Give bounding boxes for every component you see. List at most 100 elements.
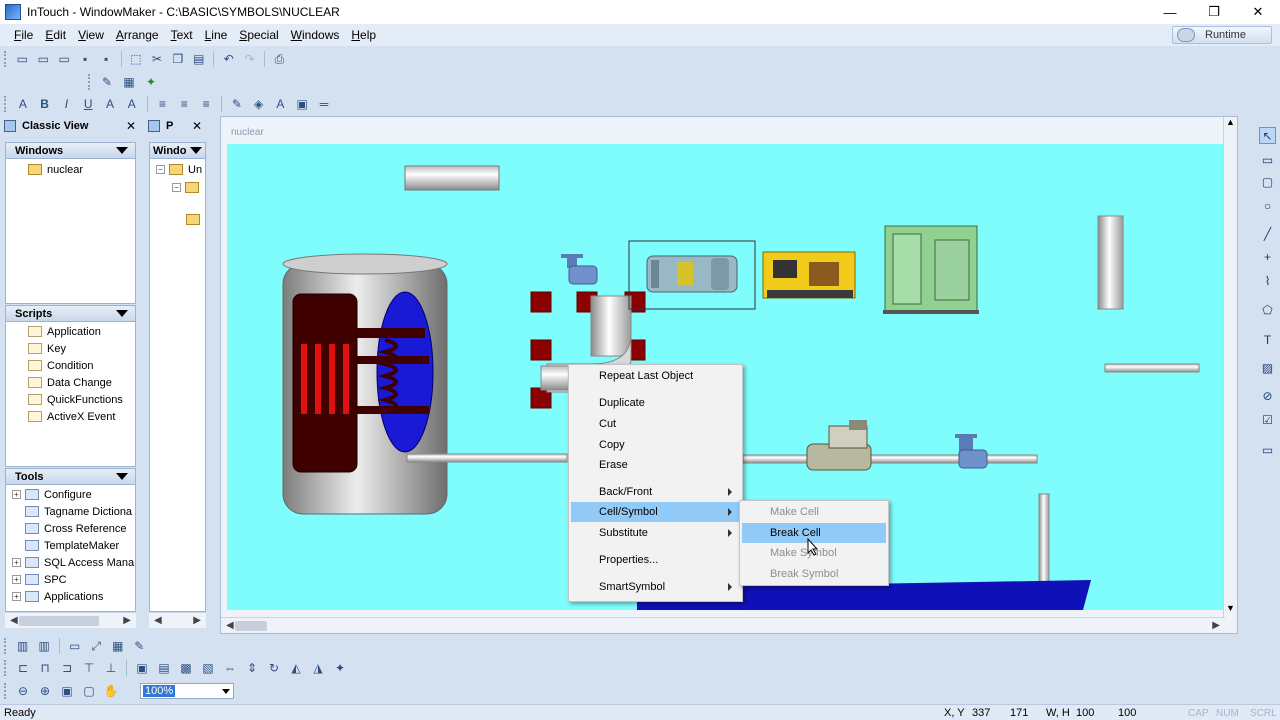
select-tool-icon[interactable]: ↖ [1259, 127, 1276, 144]
close-classic-view-button[interactable]: ✕ [126, 119, 136, 133]
expand-icon[interactable]: − [172, 183, 181, 192]
menu-line[interactable]: Line [199, 28, 234, 42]
classic-view-hscroll[interactable]: ◀ ▶ [5, 612, 136, 628]
align-middle-objects-icon[interactable]: ⊥ [102, 659, 120, 677]
open-window-icon[interactable]: ▭ [35, 50, 52, 68]
script-editor-icon[interactable]: ✎ [98, 73, 116, 91]
align-center-objects-icon[interactable]: ⊓ [36, 659, 54, 677]
menu-item-duplicate[interactable]: Duplicate [571, 393, 740, 413]
script-item[interactable]: ActiveX Event [28, 408, 115, 425]
ruler-icon[interactable]: ✎ [131, 637, 149, 655]
fit-window-icon[interactable]: ⤢ [87, 637, 105, 655]
select-mode-icon[interactable]: ⬚ [128, 50, 145, 68]
ungroup-icon[interactable]: ▤ [155, 659, 173, 677]
zoom-selection-icon[interactable]: ▢ [80, 682, 98, 700]
scroll-left-icon[interactable]: ◀ [154, 615, 162, 626]
flip-horizontal-icon[interactable]: ◭ [287, 659, 305, 677]
pan-hand-icon[interactable]: ✋ [102, 682, 120, 700]
scroll-right-icon[interactable]: ▶ [1212, 620, 1220, 631]
tools-section-header[interactable]: Tools [5, 468, 136, 485]
toolbar-grip[interactable] [88, 74, 92, 90]
collapse-arrow-icon[interactable] [190, 147, 202, 154]
scroll-thumb[interactable] [235, 621, 267, 631]
script-item[interactable]: QuickFunctions [28, 391, 123, 408]
grid-icon[interactable]: ▦ [109, 637, 127, 655]
menu-item-repeat-last-object[interactable]: Repeat Last Object [571, 366, 740, 386]
menu-item-properties[interactable]: Properties... [571, 550, 740, 570]
enlarge-font-icon[interactable]: A [101, 95, 119, 113]
chevron-down-icon[interactable] [222, 689, 230, 694]
scroll-left-icon[interactable]: ◀ [226, 620, 234, 631]
align-top-objects-icon[interactable]: ⊤ [80, 659, 98, 677]
collapse-arrow-icon[interactable] [116, 147, 128, 154]
full-screen-icon[interactable]: ▭ [66, 637, 84, 655]
save-icon[interactable]: ▪ [77, 50, 94, 68]
zoom-out-icon[interactable]: ⊖ [14, 682, 32, 700]
redo-icon[interactable]: ↷ [241, 50, 258, 68]
script-item[interactable]: Application [28, 323, 101, 340]
windows-section-header[interactable]: Windows [5, 142, 136, 159]
menu-item-cell-symbol[interactable]: Cell/Symbol [571, 502, 740, 522]
bring-front-icon[interactable]: ▩ [177, 659, 195, 677]
cut-icon[interactable]: ✂ [148, 50, 165, 68]
rounded-rect-tool-icon[interactable]: ▢ [1259, 173, 1276, 190]
bitmap-tool-icon[interactable]: ▨ [1259, 359, 1276, 376]
canvas-hscroll[interactable]: ◀ ▶ [221, 617, 1225, 633]
underline-button[interactable]: U [79, 95, 97, 113]
menu-view[interactable]: View [72, 28, 110, 42]
tagname-dictionary-icon[interactable]: ▦ [120, 73, 138, 91]
new-window-icon[interactable]: ▭ [14, 50, 31, 68]
tool-item[interactable]: + Configure [12, 486, 92, 503]
group-icon[interactable]: ▣ [133, 659, 151, 677]
expand-icon[interactable]: + [12, 490, 21, 499]
expand-icon[interactable]: − [156, 165, 165, 174]
canvas-vscroll[interactable]: ▲ ▼ [1223, 117, 1237, 617]
print-icon[interactable]: ⎙ [271, 50, 288, 68]
scroll-thumb[interactable] [19, 616, 99, 626]
fill-color-icon[interactable]: ◈ [250, 95, 268, 113]
align-left-objects-icon[interactable]: ⊏ [14, 659, 32, 677]
line-style-icon[interactable]: ═ [315, 95, 333, 113]
project-root-item[interactable]: − Un [156, 161, 202, 178]
polyline-tool-icon[interactable]: ⌇ [1259, 272, 1276, 289]
expand-icon[interactable]: + [12, 575, 21, 584]
reshape-icon[interactable]: ✦ [331, 659, 349, 677]
expand-icon[interactable]: + [12, 592, 21, 601]
rectangle-tool-icon[interactable]: ▭ [1259, 151, 1276, 168]
align-right-objects-icon[interactable]: ⊐ [58, 659, 76, 677]
text-tool-icon[interactable]: T [1259, 331, 1276, 348]
save-all-icon[interactable]: ▪ [98, 50, 115, 68]
runtime-button[interactable]: Runtime [1172, 26, 1272, 44]
zoom-fit-icon[interactable]: ▣ [58, 682, 76, 700]
close-window-button[interactable]: ✕ [1236, 0, 1280, 24]
tool-item[interactable]: + SQL Access Mana [12, 554, 134, 571]
menu-edit[interactable]: Edit [39, 28, 72, 42]
script-item[interactable]: Key [28, 340, 66, 357]
ellipse-tool-icon[interactable]: ○ [1259, 197, 1276, 214]
tool-item[interactable]: Cross Reference [25, 520, 127, 537]
reduce-font-icon[interactable]: A [123, 95, 141, 113]
tool-item[interactable]: + Applications [12, 588, 103, 605]
menu-item-cut[interactable]: Cut [571, 414, 740, 434]
project-sub-item[interactable]: − [172, 179, 204, 196]
zoom-combo[interactable]: 100% [140, 683, 234, 699]
project-view-toggle-icon[interactable]: ▥ [35, 637, 53, 655]
menu-item-smartsymbol[interactable]: SmartSymbol [571, 577, 740, 597]
project-sub-item[interactable] [186, 211, 205, 228]
project-view-hscroll[interactable]: ◀ ▶ [149, 612, 206, 628]
align-left-icon[interactable]: ≡ [154, 95, 172, 113]
send-back-icon[interactable]: ▧ [199, 659, 217, 677]
scroll-up-icon[interactable]: ▲ [1226, 117, 1235, 127]
toolbar-grip[interactable] [4, 638, 8, 654]
bold-button[interactable]: B [36, 95, 54, 113]
window-color-icon[interactable]: ▣ [293, 95, 311, 113]
line-tool-icon[interactable]: ╱ [1259, 225, 1276, 242]
rotate-icon[interactable]: ↻ [265, 659, 283, 677]
copy-icon[interactable]: ❐ [169, 50, 186, 68]
menu-item-erase[interactable]: Erase [571, 455, 740, 475]
tool-item[interactable]: TemplateMaker [25, 537, 119, 554]
zoom-in-icon[interactable]: ⊕ [36, 682, 54, 700]
italic-button[interactable]: I [58, 95, 76, 113]
close-project-view-button[interactable]: ✕ [192, 119, 202, 133]
minimize-button[interactable]: — [1148, 0, 1192, 24]
